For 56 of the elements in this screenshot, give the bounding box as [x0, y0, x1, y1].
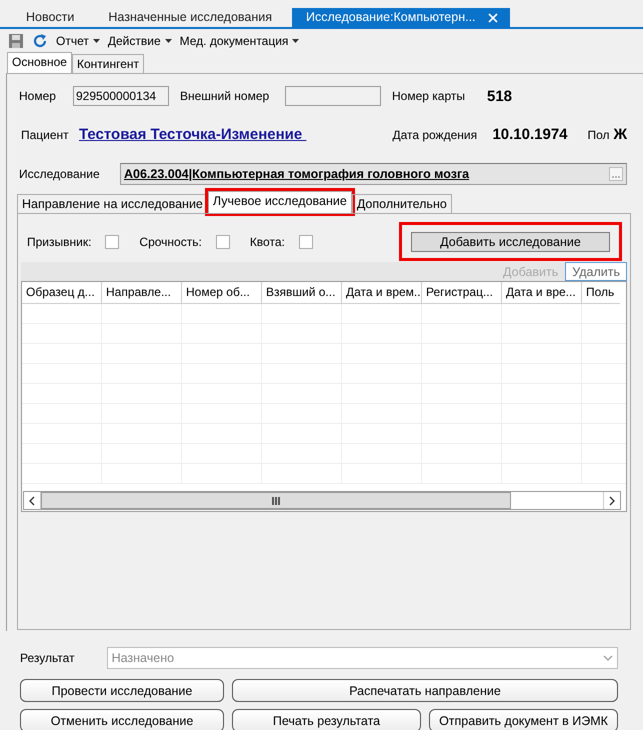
caret-icon — [292, 39, 300, 43]
refresh-icon[interactable] — [32, 33, 48, 49]
field-label: Результат — [20, 651, 75, 665]
field-label: Номер — [19, 89, 57, 103]
field-label: Дата рождения — [392, 128, 478, 142]
action-button[interactable]: Распечатать направление — [232, 679, 618, 702]
checkbox-label: Призывник: — [27, 234, 92, 248]
section-tab[interactable]: Лучевое исследование — [208, 191, 352, 213]
number-field[interactable]: 929500000134 — [73, 86, 169, 106]
close-icon[interactable] — [488, 13, 498, 23]
grid-toolbar-button[interactable]: Удалить — [565, 262, 627, 281]
section-tab[interactable]: Дополнительно — [352, 194, 452, 213]
ellipsis-icon[interactable] — [609, 167, 623, 181]
field-label: Пациент — [21, 128, 70, 142]
document-tab[interactable]: Назначенные исследования — [94, 8, 284, 27]
column-header[interactable]: Образец д... — [22, 282, 102, 303]
toolbar-menu[interactable]: Отчет — [56, 34, 100, 48]
study-field[interactable]: А06.23.004|Компьютерная томография головного мозга — [120, 163, 627, 185]
chevron-down-icon — [602, 655, 613, 661]
field-label: Исследование — [19, 167, 101, 181]
column-header[interactable]: Регистрац... — [422, 282, 502, 303]
action-button[interactable]: Печать результата — [232, 709, 421, 730]
checkbox-label: Квота: — [250, 234, 285, 248]
field-label: Внешний номер — [180, 89, 270, 103]
add-study-button[interactable]: Добавить исследование — [411, 232, 610, 252]
grip-icon — [272, 496, 280, 504]
form-tab[interactable]: Контингент — [72, 54, 144, 73]
document-tab[interactable]: Новости — [12, 8, 86, 27]
toolbar-menu[interactable]: Мед. документация — [180, 34, 300, 48]
checkbox-label: Срочность: — [139, 234, 202, 248]
field-label: Номер карты — [392, 89, 466, 103]
caret-icon — [164, 39, 172, 43]
toolbar-menu[interactable]: Действие — [108, 34, 172, 48]
checkbox[interactable] — [216, 234, 230, 248]
caret-icon — [92, 39, 100, 43]
column-header[interactable]: Поль — [582, 282, 620, 303]
card-number: 518 — [487, 88, 512, 104]
action-button[interactable]: Отменить исследование — [20, 709, 224, 730]
save-icon[interactable] — [8, 33, 24, 49]
column-header[interactable]: Направле... — [102, 282, 182, 303]
action-button[interactable]: Провести исследование — [20, 679, 224, 702]
column-header[interactable]: Номер об... — [182, 282, 262, 303]
form-tab[interactable]: Основное — [7, 52, 72, 74]
sex-value: Ж — [613, 126, 627, 143]
birth-date: 10.10.1974 — [492, 126, 569, 143]
action-button[interactable]: Отправить документ в ИЭМК — [429, 709, 618, 730]
column-header[interactable]: Взявший о... — [262, 282, 342, 303]
document-tab[interactable]: Исследование:Компьютерн... — [292, 8, 510, 27]
column-header[interactable]: Дата и врем... — [342, 282, 422, 303]
checkbox[interactable] — [105, 234, 120, 248]
external-number-field[interactable] — [285, 86, 381, 106]
horizontal-scrollbar[interactable] — [23, 491, 621, 510]
column-header[interactable]: Дата и вре... — [502, 282, 582, 303]
field-label: Пол — [587, 128, 610, 142]
checkbox[interactable] — [298, 234, 313, 248]
patient-link[interactable]: Тестовая Тесточка-Изменение — [79, 126, 306, 143]
